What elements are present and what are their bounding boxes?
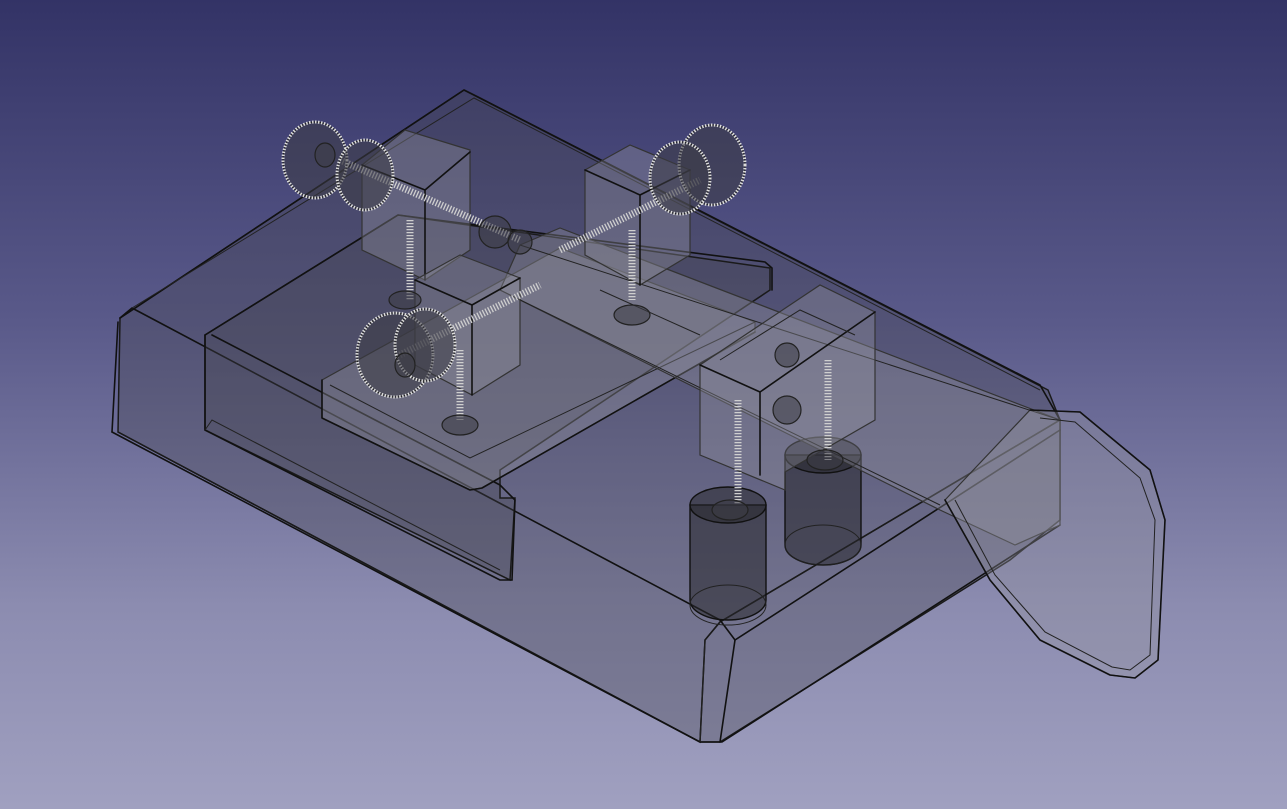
cad-model-morse-key[interactable]	[0, 0, 1287, 809]
thumbwheel-back-left-inner[interactable]	[335, 138, 395, 212]
3d-viewport[interactable]	[0, 0, 1287, 809]
thumbwheel-back-right[interactable]	[648, 123, 747, 216]
